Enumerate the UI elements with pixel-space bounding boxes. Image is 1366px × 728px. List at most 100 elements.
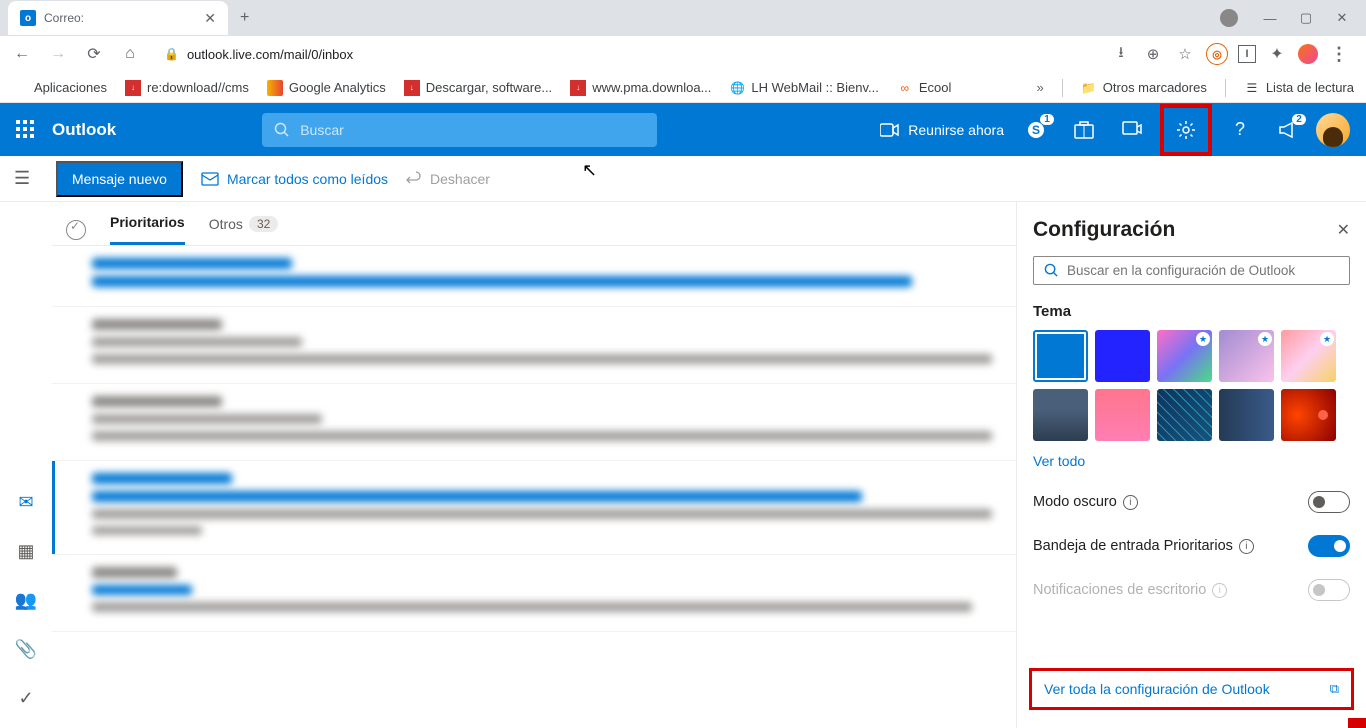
- ga-icon: [267, 80, 283, 96]
- theme-option[interactable]: ★: [1281, 330, 1336, 382]
- bookmark-apps[interactable]: Aplicaciones: [12, 80, 107, 96]
- undo-icon: [406, 171, 422, 187]
- bookmark-redownload[interactable]: ↓re:download//cms: [125, 80, 249, 96]
- info-icon[interactable]: i: [1239, 539, 1254, 554]
- url-field[interactable]: 🔒 outlook.live.com/mail/0/inbox: [152, 40, 1094, 68]
- theme-option[interactable]: [1095, 330, 1150, 382]
- dark-mode-row: Modo oscuroi: [1033, 491, 1350, 513]
- settings-search[interactable]: [1033, 256, 1350, 285]
- mail-item[interactable]: [52, 246, 1016, 307]
- undo-button: Deshacer: [406, 171, 490, 187]
- focused-tab[interactable]: Prioritarios: [110, 214, 185, 245]
- other-tab[interactable]: Otros32: [209, 216, 279, 244]
- browser-tab[interactable]: o Correo: ✕: [8, 1, 228, 35]
- install-icon[interactable]: ⭳: [1110, 43, 1132, 65]
- hamburger-icon[interactable]: ☰: [14, 168, 38, 189]
- browser-chrome: o Correo: ✕ + — ▢ ✕ ← → ⟳ ⌂ 🔒 outlook.li…: [0, 0, 1366, 103]
- settings-search-input[interactable]: [1067, 263, 1339, 278]
- profile-avatar-icon[interactable]: [1298, 44, 1318, 64]
- bookmarks-bar: Aplicaciones ↓re:download//cms Google An…: [0, 72, 1366, 103]
- settings-button[interactable]: [1160, 104, 1212, 156]
- bookmark-ecool[interactable]: ∞Ecool: [897, 80, 952, 96]
- theme-option[interactable]: [1157, 389, 1212, 441]
- menu-dots-icon[interactable]: ⋮: [1328, 43, 1350, 65]
- left-rail: ✉ ▦ 👥 📎 ✓: [0, 202, 52, 728]
- meet-now-button[interactable]: Reunirse ahora: [876, 110, 1008, 150]
- files-rail-icon[interactable]: 📎: [15, 639, 37, 660]
- view-all-settings-button[interactable]: Ver toda la configuración de Outlook ⧉: [1029, 668, 1354, 710]
- info-icon[interactable]: i: [1123, 495, 1138, 510]
- bookmark-lh[interactable]: 🌐LH WebMail :: Bienv...: [729, 80, 878, 96]
- bookmark-reading[interactable]: ☰Lista de lectura: [1244, 80, 1354, 96]
- todo-rail-icon[interactable]: ✓: [18, 688, 33, 709]
- megaphone-button[interactable]: 2: [1268, 110, 1308, 150]
- bookmark-pma[interactable]: ↓www.pma.downloa...: [570, 80, 711, 96]
- account-circle-icon[interactable]: [1220, 9, 1238, 27]
- briefcase-button[interactable]: [1064, 110, 1104, 150]
- outlook-logo[interactable]: Outlook: [52, 120, 116, 140]
- new-tab-button[interactable]: +: [240, 9, 249, 27]
- extension-i-icon[interactable]: I: [1238, 45, 1256, 63]
- close-tab-icon[interactable]: ✕: [204, 10, 216, 27]
- skype-button[interactable]: S1: [1016, 110, 1056, 150]
- lock-icon: 🔒: [164, 47, 179, 61]
- calendar-rail-icon[interactable]: ▦: [17, 541, 34, 562]
- extensions-icon[interactable]: ✦: [1266, 43, 1288, 65]
- dark-mode-toggle[interactable]: [1308, 491, 1350, 513]
- theme-section-title: Tema: [1033, 303, 1350, 320]
- mail-item[interactable]: [52, 384, 1016, 461]
- bookmark-descargar[interactable]: ↓Descargar, software...: [404, 80, 552, 96]
- settings-panel: Configuración ✕ Tema ★ ★ ★ Ver todo Modo…: [1016, 202, 1366, 728]
- mail-toolbar: ☰ Mensaje nuevo Marcar todos como leídos…: [0, 156, 1366, 202]
- close-panel-icon[interactable]: ✕: [1337, 220, 1350, 240]
- premium-star-icon: ★: [1320, 332, 1334, 346]
- app-launcher-icon[interactable]: [16, 120, 36, 140]
- theme-option[interactable]: [1033, 389, 1088, 441]
- mail-rail-icon[interactable]: ✉: [18, 492, 33, 513]
- minimize-icon[interactable]: —: [1254, 4, 1286, 32]
- zoom-icon[interactable]: ⊕: [1142, 43, 1164, 65]
- search-box[interactable]: [262, 113, 657, 147]
- theme-option[interactable]: [1033, 330, 1088, 382]
- outlook-favicon: o: [20, 10, 36, 26]
- people-rail-icon[interactable]: 👥: [15, 590, 37, 611]
- star-icon[interactable]: ☆: [1174, 43, 1196, 65]
- search-input[interactable]: [300, 122, 645, 138]
- mail-area: Prioritarios Otros32: [52, 202, 1016, 728]
- back-icon[interactable]: ←: [8, 40, 36, 68]
- help-button[interactable]: ?: [1220, 110, 1260, 150]
- desktop-notif-toggle[interactable]: [1308, 579, 1350, 601]
- close-window-icon[interactable]: ✕: [1326, 4, 1358, 32]
- bookmark-other[interactable]: 📁Otros marcadores: [1081, 80, 1207, 96]
- mail-item[interactable]: [52, 307, 1016, 384]
- chat-arrow-icon: [1122, 121, 1142, 139]
- premium-star-icon: ★: [1258, 332, 1272, 346]
- bookmark-overflow-icon[interactable]: »: [1037, 80, 1044, 95]
- inbox-tabs: Prioritarios Otros32: [52, 202, 1016, 246]
- new-message-button[interactable]: Mensaje nuevo: [56, 161, 183, 197]
- mail-item[interactable]: [52, 461, 1016, 555]
- mail-item[interactable]: [52, 555, 1016, 632]
- url-text: outlook.live.com/mail/0/inbox: [187, 47, 353, 62]
- focused-inbox-toggle[interactable]: [1308, 535, 1350, 557]
- chat-button[interactable]: [1112, 110, 1152, 150]
- theme-option[interactable]: ★: [1219, 330, 1274, 382]
- mail-list[interactable]: [52, 246, 1016, 728]
- gear-icon: [1176, 120, 1196, 140]
- bookmark-ga[interactable]: Google Analytics: [267, 80, 386, 96]
- home-icon[interactable]: ⌂: [116, 40, 144, 68]
- extension-brave-icon[interactable]: ◎: [1206, 43, 1228, 65]
- maximize-icon[interactable]: ▢: [1290, 4, 1322, 32]
- reload-icon[interactable]: ⟳: [80, 40, 108, 68]
- theme-option[interactable]: [1095, 389, 1150, 441]
- user-avatar[interactable]: [1316, 113, 1350, 147]
- theme-option[interactable]: [1219, 389, 1274, 441]
- theme-option[interactable]: ★: [1157, 330, 1212, 382]
- theme-option[interactable]: [1281, 389, 1336, 441]
- view-all-themes-link[interactable]: Ver todo: [1033, 453, 1350, 469]
- info-icon[interactable]: i: [1212, 583, 1227, 598]
- mark-read-button[interactable]: Marcar todos como leídos: [201, 171, 388, 187]
- select-all-icon[interactable]: [66, 220, 86, 240]
- annotation-marker: [1348, 718, 1366, 728]
- forward-icon: →: [44, 40, 72, 68]
